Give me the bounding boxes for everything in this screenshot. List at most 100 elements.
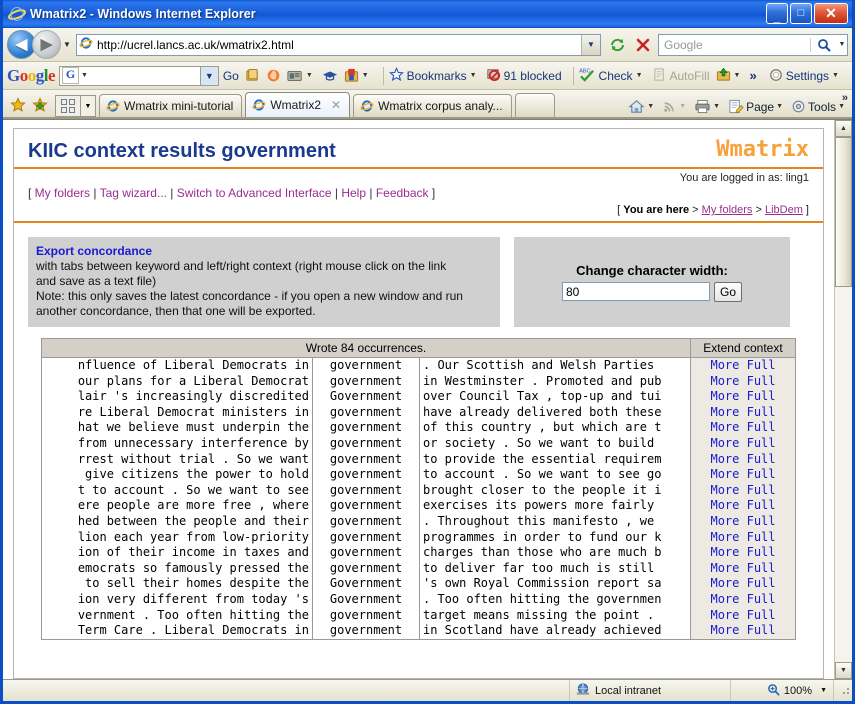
stop-button[interactable] bbox=[630, 33, 656, 57]
full-context-link[interactable]: Full bbox=[747, 405, 776, 419]
page-scrollbar[interactable]: ▲ ▼ bbox=[834, 120, 852, 679]
search-icon[interactable] bbox=[810, 38, 837, 52]
google-bookmarks-caret-icon[interactable]: ▼ bbox=[470, 72, 480, 79]
tab-close-icon[interactable]: ✕ bbox=[331, 98, 341, 112]
more-context-link[interactable]: More bbox=[710, 405, 739, 419]
google-upload-button[interactable]: ▼ bbox=[716, 67, 744, 84]
more-context-link[interactable]: More bbox=[710, 498, 739, 512]
breadcrumb-link-libdem[interactable]: LibDem bbox=[765, 204, 803, 216]
full-context-link[interactable]: Full bbox=[747, 483, 776, 497]
tab-wmatrix2[interactable]: Wmatrix2 ✕ bbox=[245, 92, 350, 117]
more-context-link[interactable]: More bbox=[710, 623, 739, 637]
scrollbar-track[interactable] bbox=[835, 137, 852, 662]
new-tab-button[interactable] bbox=[515, 93, 555, 117]
full-context-link[interactable]: Full bbox=[747, 389, 776, 403]
zoom-control[interactable]: 100% ▼ bbox=[731, 680, 834, 701]
close-button[interactable]: ✕ bbox=[814, 3, 848, 24]
nav-link-help[interactable]: Help bbox=[341, 186, 366, 200]
maximize-button[interactable]: □ bbox=[790, 3, 812, 24]
search-box[interactable]: Google ▼ bbox=[658, 34, 848, 56]
more-context-link[interactable]: More bbox=[710, 530, 739, 544]
nav-link-feedback[interactable]: Feedback bbox=[376, 186, 429, 200]
google-highlight-icon[interactable] bbox=[266, 68, 281, 83]
more-context-link[interactable]: More bbox=[710, 358, 739, 372]
search-dropdown-caret-icon[interactable]: ▼ bbox=[837, 41, 847, 48]
nav-link-advanced-interface[interactable]: Switch to Advanced Interface bbox=[177, 186, 332, 200]
forward-button[interactable]: ▶ bbox=[32, 30, 61, 59]
google-search-dropdown-icon[interactable]: ▼ bbox=[200, 67, 218, 85]
breadcrumb-link-my-folders[interactable]: My folders bbox=[702, 204, 753, 216]
full-context-link[interactable]: Full bbox=[747, 374, 776, 388]
address-dropdown-icon[interactable]: ▼ bbox=[581, 35, 600, 55]
print-button[interactable]: ▼ bbox=[691, 99, 723, 114]
more-context-link[interactable]: More bbox=[710, 576, 739, 590]
more-context-link[interactable]: More bbox=[710, 374, 739, 388]
page-menu-button[interactable]: Page ▼ bbox=[725, 99, 786, 114]
google-badge-caret-icon[interactable]: ▼ bbox=[81, 72, 91, 79]
google-spellcheck-button[interactable]: ABC Check ▼ bbox=[579, 67, 646, 84]
more-context-link[interactable]: More bbox=[710, 420, 739, 434]
more-context-link[interactable]: More bbox=[710, 608, 739, 622]
nav-link-tag-wizard[interactable]: Tag wizard... bbox=[100, 186, 167, 200]
address-url-text[interactable]: http://ucrel.lancs.ac.uk/wmatrix2.html bbox=[95, 38, 581, 52]
google-search-input[interactable]: G ▼ ▼ bbox=[59, 66, 219, 86]
export-concordance-link[interactable]: Export concordance bbox=[36, 244, 152, 258]
full-context-link[interactable]: Full bbox=[747, 436, 776, 450]
full-context-link[interactable]: Full bbox=[747, 420, 776, 434]
page-caret-icon[interactable]: ▼ bbox=[776, 103, 783, 110]
full-context-link[interactable]: Full bbox=[747, 608, 776, 622]
tab-list-caret-icon[interactable]: ▼ bbox=[81, 95, 96, 117]
google-spellcheck-caret-icon[interactable]: ▼ bbox=[636, 72, 646, 79]
full-context-link[interactable]: Full bbox=[747, 592, 776, 606]
google-bookmarks-quick-icon[interactable] bbox=[245, 68, 260, 83]
home-caret-icon[interactable]: ▼ bbox=[647, 103, 654, 110]
character-width-input[interactable] bbox=[562, 282, 710, 301]
google-news-caret-icon[interactable]: ▼ bbox=[306, 72, 316, 79]
google-news-icon[interactable]: ▼ bbox=[287, 69, 316, 83]
more-context-link[interactable]: More bbox=[710, 389, 739, 403]
scroll-up-button[interactable]: ▲ bbox=[835, 120, 852, 137]
more-context-link[interactable]: More bbox=[710, 436, 739, 450]
address-bar[interactable]: http://ucrel.lancs.ac.uk/wmatrix2.html ▼ bbox=[76, 34, 601, 56]
google-sendto-caret-icon[interactable]: ▼ bbox=[362, 72, 372, 79]
favorites-center-button[interactable] bbox=[7, 93, 29, 117]
google-settings-caret-icon[interactable]: ▼ bbox=[832, 72, 842, 79]
more-context-link[interactable]: More bbox=[710, 514, 739, 528]
nav-link-my-folders[interactable]: My folders bbox=[35, 186, 90, 200]
more-context-link[interactable]: More bbox=[710, 561, 739, 575]
history-dropdown-caret-icon[interactable]: ▼ bbox=[61, 40, 73, 49]
home-button[interactable]: ▼ bbox=[625, 99, 657, 114]
character-width-go-button[interactable]: Go bbox=[714, 282, 742, 302]
scroll-down-button[interactable]: ▼ bbox=[835, 662, 852, 679]
google-autofill-button[interactable]: AutoFill bbox=[652, 67, 710, 84]
full-context-link[interactable]: Full bbox=[747, 530, 776, 544]
google-scholar-icon[interactable] bbox=[322, 69, 338, 83]
tools-caret-icon[interactable]: ▼ bbox=[838, 103, 845, 110]
full-context-link[interactable]: Full bbox=[747, 576, 776, 590]
full-context-link[interactable]: Full bbox=[747, 514, 776, 528]
google-go-button[interactable]: Go bbox=[223, 69, 239, 83]
more-context-link[interactable]: More bbox=[710, 452, 739, 466]
full-context-link[interactable]: Full bbox=[747, 623, 776, 637]
more-context-link[interactable]: More bbox=[710, 483, 739, 497]
full-context-link[interactable]: Full bbox=[747, 452, 776, 466]
full-context-link[interactable]: Full bbox=[747, 467, 776, 481]
full-context-link[interactable]: Full bbox=[747, 545, 776, 559]
full-context-link[interactable]: Full bbox=[747, 561, 776, 575]
tab-wmatrix-corpus-analysis[interactable]: Wmatrix corpus analy... bbox=[353, 94, 511, 117]
google-bookmarks-button[interactable]: Bookmarks ▼ bbox=[389, 67, 480, 84]
resize-grip[interactable] bbox=[834, 685, 852, 697]
more-context-link[interactable]: More bbox=[710, 592, 739, 606]
google-sendto-icon[interactable]: ▼ bbox=[344, 68, 372, 83]
full-context-link[interactable]: Full bbox=[747, 498, 776, 512]
minimize-button[interactable]: _ bbox=[766, 3, 788, 24]
command-bar-overflow-icon[interactable]: » bbox=[842, 92, 848, 104]
zoom-caret-icon[interactable]: ▼ bbox=[820, 687, 827, 694]
print-caret-icon[interactable]: ▼ bbox=[713, 103, 720, 110]
full-context-link[interactable]: Full bbox=[747, 358, 776, 372]
quick-tabs-button[interactable] bbox=[55, 95, 81, 117]
add-to-favorites-button[interactable] bbox=[29, 93, 51, 117]
feeds-button[interactable]: ▼ bbox=[659, 99, 689, 114]
google-overflow-button[interactable]: » bbox=[749, 68, 756, 83]
refresh-button[interactable] bbox=[604, 33, 630, 57]
